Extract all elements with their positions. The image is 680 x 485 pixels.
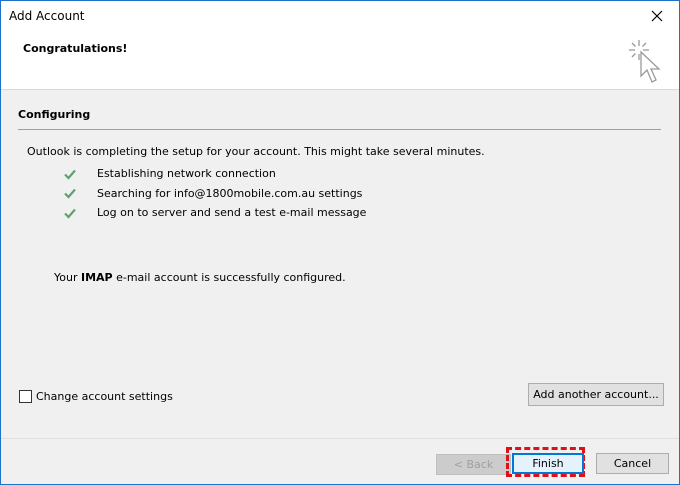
close-button[interactable] bbox=[635, 1, 679, 31]
footer-divider bbox=[1, 438, 679, 439]
wizard-cursor-icon bbox=[627, 38, 667, 88]
step-label: Log on to server and send a test e-mail … bbox=[97, 206, 366, 219]
change-settings-checkbox[interactable]: Change account settings bbox=[19, 390, 173, 403]
header-title: Congratulations! bbox=[23, 42, 127, 55]
checkmark-icon bbox=[63, 206, 77, 220]
wizard-header: Congratulations! bbox=[1, 31, 679, 90]
result-message: Your IMAP e-mail account is successfully… bbox=[54, 271, 346, 284]
checkmark-icon bbox=[63, 186, 77, 200]
add-account-window: Add Account Congratulations! Configuring bbox=[0, 0, 680, 485]
intro-text: Outlook is completing the setup for your… bbox=[27, 145, 485, 158]
back-button[interactable]: < Back bbox=[436, 454, 511, 475]
step-label: Searching for info@1800mobile.com.au set… bbox=[97, 187, 362, 200]
cancel-button[interactable]: Cancel bbox=[596, 453, 669, 474]
window-title: Add Account bbox=[9, 9, 85, 23]
checkbox-box[interactable] bbox=[19, 390, 32, 403]
change-settings-label[interactable]: Change account settings bbox=[36, 390, 173, 403]
step-item: Searching for info@1800mobile.com.au set… bbox=[63, 184, 366, 204]
add-another-account-button[interactable]: Add another account... bbox=[528, 383, 664, 406]
finish-button[interactable]: Finish bbox=[512, 453, 584, 474]
title-bar: Add Account bbox=[1, 1, 679, 31]
result-prefix: Your bbox=[54, 271, 81, 284]
step-item: Log on to server and send a test e-mail … bbox=[63, 203, 366, 223]
checkmark-icon bbox=[63, 167, 77, 181]
section-divider bbox=[18, 129, 661, 130]
close-icon bbox=[651, 10, 663, 22]
account-type: IMAP bbox=[81, 271, 113, 284]
step-item: Establishing network connection bbox=[63, 164, 366, 184]
result-suffix: e-mail account is successfully configure… bbox=[113, 271, 346, 284]
section-title: Configuring bbox=[18, 108, 90, 121]
progress-steps: Establishing network connection Searchin… bbox=[63, 164, 366, 223]
step-label: Establishing network connection bbox=[97, 167, 276, 180]
